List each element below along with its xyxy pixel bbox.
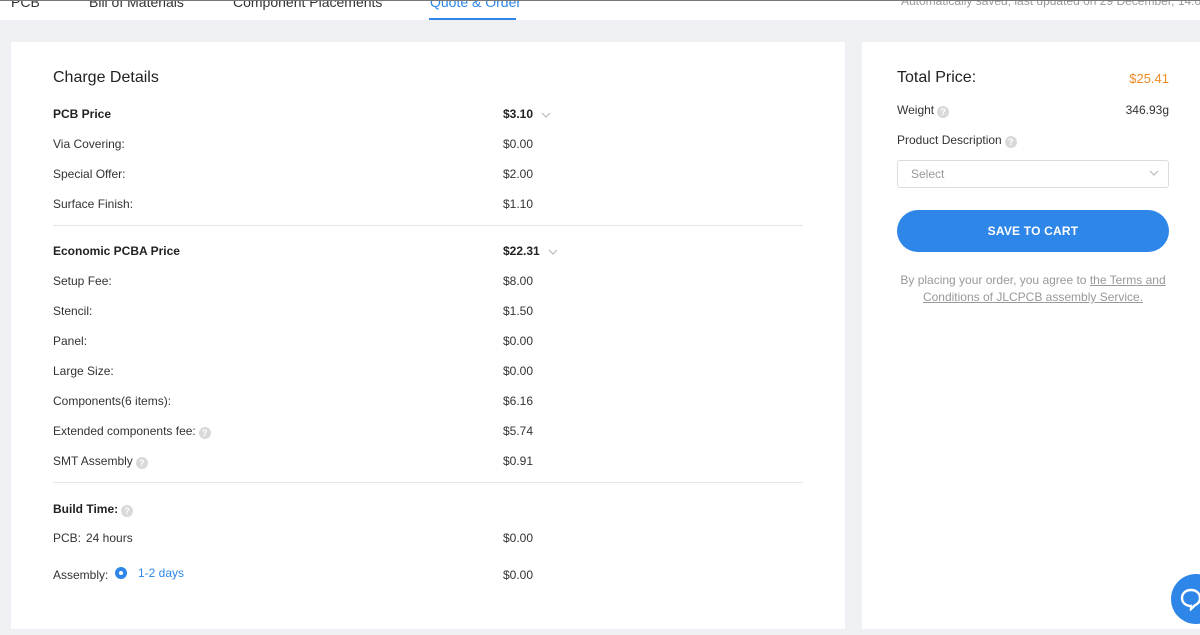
pcb-price-label: PCB Price xyxy=(53,107,112,121)
components-label: Components(6 items): xyxy=(53,394,172,408)
help-icon[interactable]: ? xyxy=(1004,136,1017,148)
surface-finish-label: Surface Finish: xyxy=(53,197,134,211)
setup-fee-value: $8.00 xyxy=(503,274,534,288)
chevron-down-icon xyxy=(541,112,551,118)
tab-quote-order[interactable]: Quote & Order xyxy=(430,1,521,10)
build-time-row: Build Time:? xyxy=(53,502,134,517)
select-placeholder: Select xyxy=(911,167,945,181)
weight-row: Weight? xyxy=(897,103,950,118)
via-covering-label: Via Covering: xyxy=(53,137,125,151)
surface-finish-value: $1.10 xyxy=(503,197,534,211)
active-tab-indicator xyxy=(429,18,516,20)
components-value: $6.16 xyxy=(503,394,534,408)
pcba-price-value: $22.31 xyxy=(503,244,540,258)
large-size-value: $0.00 xyxy=(503,364,534,378)
weight-value: 346.93g xyxy=(1125,103,1169,117)
save-to-cart-button[interactable]: SAVE TO CART xyxy=(897,210,1169,252)
build-time-label: Build Time: xyxy=(53,502,119,516)
assembly-time-option[interactable]: 1-2 days xyxy=(138,566,184,580)
extended-components-fee-row: Extended components fee:? xyxy=(53,424,211,439)
pcb-build-time-label: PCB: xyxy=(53,531,82,545)
panel-value: $0.00 xyxy=(503,334,534,348)
weight-label: Weight xyxy=(897,103,935,117)
order-summary-panel: Total Price: $25.41 Weight? 346.93g Prod… xyxy=(862,42,1200,629)
tab-component-placements[interactable]: Component Placements xyxy=(233,1,382,10)
help-icon[interactable]: ? xyxy=(135,457,148,469)
terms-notice: By placing your order, you agree to the … xyxy=(882,272,1184,306)
divider xyxy=(53,225,803,226)
setup-fee-label: Setup Fee: xyxy=(53,274,112,288)
help-icon[interactable]: ? xyxy=(937,106,950,118)
smt-assembly-label: SMT Assembly xyxy=(53,454,133,468)
large-size-label: Large Size: xyxy=(53,364,114,378)
help-icon[interactable]: ? xyxy=(121,505,134,517)
extended-components-fee-value: $5.74 xyxy=(503,424,534,438)
chevron-down-icon xyxy=(1149,170,1159,176)
pcb-price-value: $3.10 xyxy=(503,107,534,121)
smt-assembly-row: SMT Assembly? xyxy=(53,454,148,469)
smt-assembly-value: $0.91 xyxy=(503,454,534,468)
top-tab-bar: PCB Bill of Materials Component Placemen… xyxy=(0,0,1200,20)
stencil-value: $1.50 xyxy=(503,304,534,318)
charge-details-panel: Charge Details PCB Price $3.10 Via Cover… xyxy=(11,42,845,629)
tab-bill-of-materials[interactable]: Bill of Materials xyxy=(89,1,184,10)
pcb-price-toggle[interactable]: $3.10 xyxy=(503,107,551,121)
pcb-build-time-value: 24 hours xyxy=(86,531,133,545)
total-price-value: $25.41 xyxy=(1129,71,1169,86)
stencil-label: Stencil: xyxy=(53,304,93,318)
tab-pcb[interactable]: PCB xyxy=(11,1,40,10)
product-description-row: Product Description? xyxy=(897,133,1017,148)
chevron-down-icon xyxy=(548,249,558,255)
panel-label: Panel: xyxy=(53,334,88,348)
assembly-time-radio[interactable] xyxy=(115,567,127,579)
assembly-build-time-label: Assembly: xyxy=(53,568,109,582)
help-icon[interactable]: ? xyxy=(198,427,211,439)
total-price-label: Total Price: xyxy=(897,69,977,86)
pcba-price-toggle[interactable]: $22.31 xyxy=(503,244,558,258)
product-description-label: Product Description xyxy=(897,133,1002,147)
product-description-select[interactable]: Select xyxy=(897,160,1169,188)
special-offer-value: $2.00 xyxy=(503,167,534,181)
pcba-price-label: Economic PCBA Price xyxy=(53,244,180,258)
via-covering-value: $0.00 xyxy=(503,137,534,151)
charge-details-title: Charge Details xyxy=(53,69,159,86)
extended-components-fee-label: Extended components fee: xyxy=(53,424,196,438)
chat-icon xyxy=(1180,588,1200,611)
pcb-build-time-price: $0.00 xyxy=(503,531,534,545)
divider xyxy=(53,482,803,483)
terms-prefix: By placing your order, you agree to xyxy=(900,273,1090,287)
autosave-status: Automatically saved, last updated on 29 … xyxy=(901,0,1200,8)
assembly-build-time-price: $0.00 xyxy=(503,568,534,582)
special-offer-label: Special Offer: xyxy=(53,167,126,181)
